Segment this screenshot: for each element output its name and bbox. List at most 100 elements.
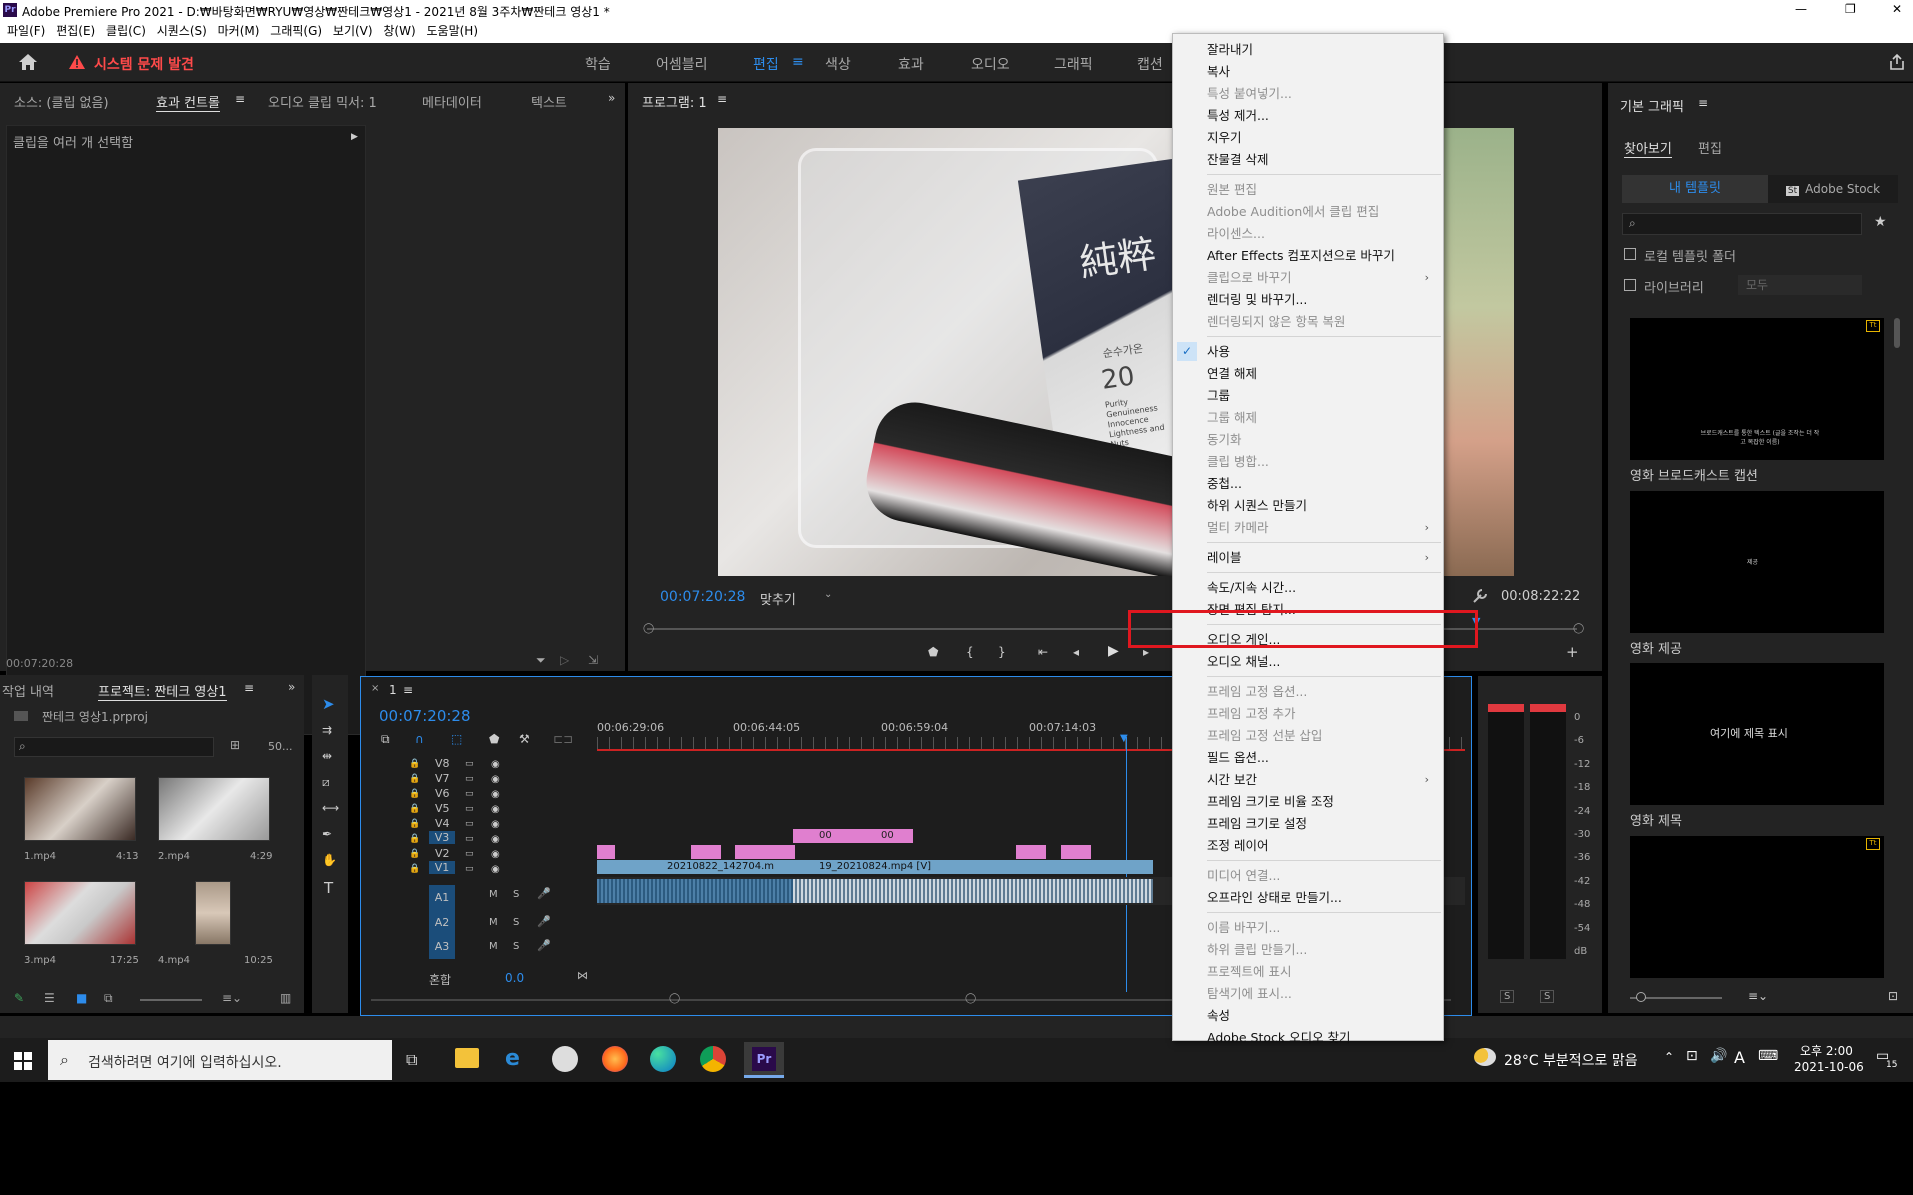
template-movie-title[interactable]: 여기에 제목 표시 xyxy=(1630,663,1884,805)
fit-dropdown-icon[interactable]: ⌄ xyxy=(824,589,832,600)
clip-pink-v2-4[interactable] xyxy=(1016,845,1046,859)
clip-pink-v2-2[interactable] xyxy=(691,845,721,859)
my-templates-tab[interactable]: 내 템플릿 xyxy=(1622,175,1768,203)
template-card-4[interactable]: Tt xyxy=(1630,836,1884,978)
track-a1[interactable]: A1 xyxy=(429,885,455,911)
workspace-tab-effects[interactable]: 효과 xyxy=(898,54,924,74)
mute-button[interactable]: M xyxy=(489,889,498,900)
captions-icon[interactable]: ⊏⊐ xyxy=(553,732,573,746)
windows-start-icon[interactable] xyxy=(14,1052,32,1070)
context-menu-item[interactable]: Adobe Stock 오디오 찾기 xyxy=(1207,1027,1441,1048)
graphics-scrollbar[interactable] xyxy=(1894,318,1900,348)
menu-help[interactable]: 도움말(H) xyxy=(427,21,479,42)
meter-solo-left[interactable]: S xyxy=(1500,990,1515,1003)
step-back-icon[interactable]: ◂ xyxy=(1073,645,1079,659)
volume-icon[interactable]: 🔊 xyxy=(1710,1048,1727,1064)
mute-button[interactable]: M xyxy=(489,941,498,952)
tray-expand-icon[interactable]: ⌃ xyxy=(1664,1050,1674,1064)
share-icon[interactable] xyxy=(1888,53,1906,71)
context-menu-item[interactable]: After Effects 컴포지션으로 바꾸기 xyxy=(1207,245,1441,266)
context-menu-item[interactable]: 조정 레이어 xyxy=(1207,835,1441,856)
clip-thumbnail-2[interactable] xyxy=(158,777,270,841)
export-icon[interactable]: ⇲ xyxy=(588,653,598,667)
track-v6[interactable]: V6 xyxy=(435,787,450,800)
context-menu-item[interactable]: 그룹 xyxy=(1207,385,1441,406)
freeform-view-icon[interactable]: ⧉ xyxy=(104,991,113,1006)
clip-pink-v2-5[interactable] xyxy=(1061,845,1091,859)
track-select-tool-icon[interactable]: ⇉ xyxy=(322,723,332,737)
menu-file[interactable]: 파일(F) xyxy=(7,21,45,42)
menu-marker[interactable]: 마커(M) xyxy=(218,21,260,42)
pencil-icon[interactable]: ✎ xyxy=(14,991,24,1005)
context-menu-item[interactable]: 특성 제거... xyxy=(1207,105,1441,126)
mute-button[interactable]: M xyxy=(489,917,498,928)
context-menu-item[interactable]: 시간 보간 › xyxy=(1207,769,1441,790)
bin-icon[interactable]: ⊞ xyxy=(230,738,240,752)
tab-metadata[interactable]: 메타데이터 xyxy=(422,92,482,111)
track-v8[interactable]: V8 xyxy=(435,757,450,770)
tab-source[interactable]: 소스: (클립 없음) xyxy=(14,92,109,111)
track-v3[interactable]: V3 xyxy=(429,831,455,844)
go-to-in-icon[interactable]: ⇤ xyxy=(1038,645,1048,659)
hand-tool-icon[interactable]: ✋ xyxy=(322,853,337,867)
taskbar-search-input[interactable]: ⌕ 검색하려면 여기에 입력하십시오. xyxy=(48,1040,392,1080)
workspace-menu-icon[interactable]: ≡ xyxy=(792,54,804,70)
graphics-search-input[interactable]: ⌕ xyxy=(1622,213,1862,235)
workspace-tab-audio[interactable]: 오디오 xyxy=(971,54,1010,74)
menu-edit[interactable]: 편집(E) xyxy=(56,21,95,42)
context-menu-item[interactable]: 잘라내기 xyxy=(1207,39,1441,60)
slip-tool-icon[interactable]: ⟷ xyxy=(322,801,339,815)
context-menu-item[interactable]: 렌더링 및 바꾸기... xyxy=(1207,289,1441,310)
libraries-checkbox[interactable] xyxy=(1624,279,1636,291)
solo-button[interactable]: S xyxy=(513,941,519,952)
track-v4[interactable]: V4 xyxy=(435,817,450,830)
premiere-taskbar-icon[interactable]: Pr xyxy=(744,1042,784,1078)
menu-clip[interactable]: 클립(C) xyxy=(106,21,146,42)
project-overflow-icon[interactable]: » xyxy=(288,680,295,694)
context-menu-item[interactable]: 레이블 › xyxy=(1207,547,1441,568)
tab-effect-controls[interactable]: 효과 컨트롤 xyxy=(156,92,220,112)
workspace-tab-graphics[interactable]: 그래픽 xyxy=(1054,54,1093,74)
settings-wrench-icon[interactable]: ⚒ xyxy=(519,732,530,746)
nest-icon[interactable]: ⧉ xyxy=(381,732,390,747)
context-menu-item[interactable]: 필드 옵션... xyxy=(1207,747,1441,768)
maximize-button[interactable]: ❐ xyxy=(1845,2,1856,16)
menu-graphics[interactable]: 그래픽(G) xyxy=(270,21,322,42)
add-button-icon[interactable]: + xyxy=(1566,643,1579,661)
mic-icon[interactable]: 🎤 xyxy=(537,939,551,952)
program-menu-icon[interactable]: ≡ xyxy=(717,92,727,106)
meter-solo-right[interactable]: S xyxy=(1540,990,1555,1003)
close-button[interactable]: ✕ xyxy=(1892,2,1902,16)
mic-icon[interactable]: 🎤 xyxy=(537,887,551,900)
library-select[interactable]: 모두 xyxy=(1738,275,1862,295)
clip-blue-v1-1[interactable]: 20210822_142704.m xyxy=(597,860,793,874)
solo-button[interactable]: S xyxy=(513,917,519,928)
context-menu-item[interactable]: 프레임 크기로 비율 조정 xyxy=(1207,791,1441,812)
context-menu-item[interactable]: 중첩... xyxy=(1207,473,1441,494)
track-v7[interactable]: V7 xyxy=(435,772,450,785)
add-marker-icon[interactable]: ⬟ xyxy=(928,645,938,659)
fit-select[interactable]: 맞추기 xyxy=(760,589,796,608)
tab-history[interactable]: 작업 내역 xyxy=(2,681,54,700)
ripple-edit-tool-icon[interactable]: ⇹ xyxy=(322,749,332,763)
thumb-size-slider[interactable] xyxy=(140,999,202,1001)
system-alert[interactable]: 시스템 문제 발견 xyxy=(94,54,194,74)
track-v2[interactable]: V2 xyxy=(435,847,450,860)
track-a2[interactable]: A2 xyxy=(429,911,455,935)
context-menu-item[interactable]: 지우기 xyxy=(1207,127,1441,148)
file-explorer-icon[interactable] xyxy=(455,1048,479,1068)
graphics-zoom-slider[interactable] xyxy=(1630,992,1722,1002)
clock-time[interactable]: 오후 2:00 xyxy=(1800,1042,1853,1059)
mix-value[interactable]: 0.0 xyxy=(505,971,524,985)
workspace-tab-color[interactable]: 색상 xyxy=(825,54,851,74)
snap-icon[interactable]: ∩ xyxy=(415,732,424,746)
mix-arrows-icon[interactable]: ⋈ xyxy=(577,969,588,982)
star-icon[interactable]: ★ xyxy=(1874,214,1887,230)
context-menu-item[interactable]: 연결 해제 xyxy=(1207,363,1441,384)
context-menu-item[interactable]: 오디오 채널... xyxy=(1207,651,1441,672)
scrubber-start-handle[interactable]: ◯ xyxy=(643,623,654,634)
audio-clip-a1-1[interactable] xyxy=(597,879,793,903)
clip-thumbnail-4[interactable] xyxy=(195,881,231,945)
scrubber-end-handle[interactable]: ◯ xyxy=(1573,623,1584,634)
project-search-input[interactable]: ⌕ xyxy=(14,737,214,757)
